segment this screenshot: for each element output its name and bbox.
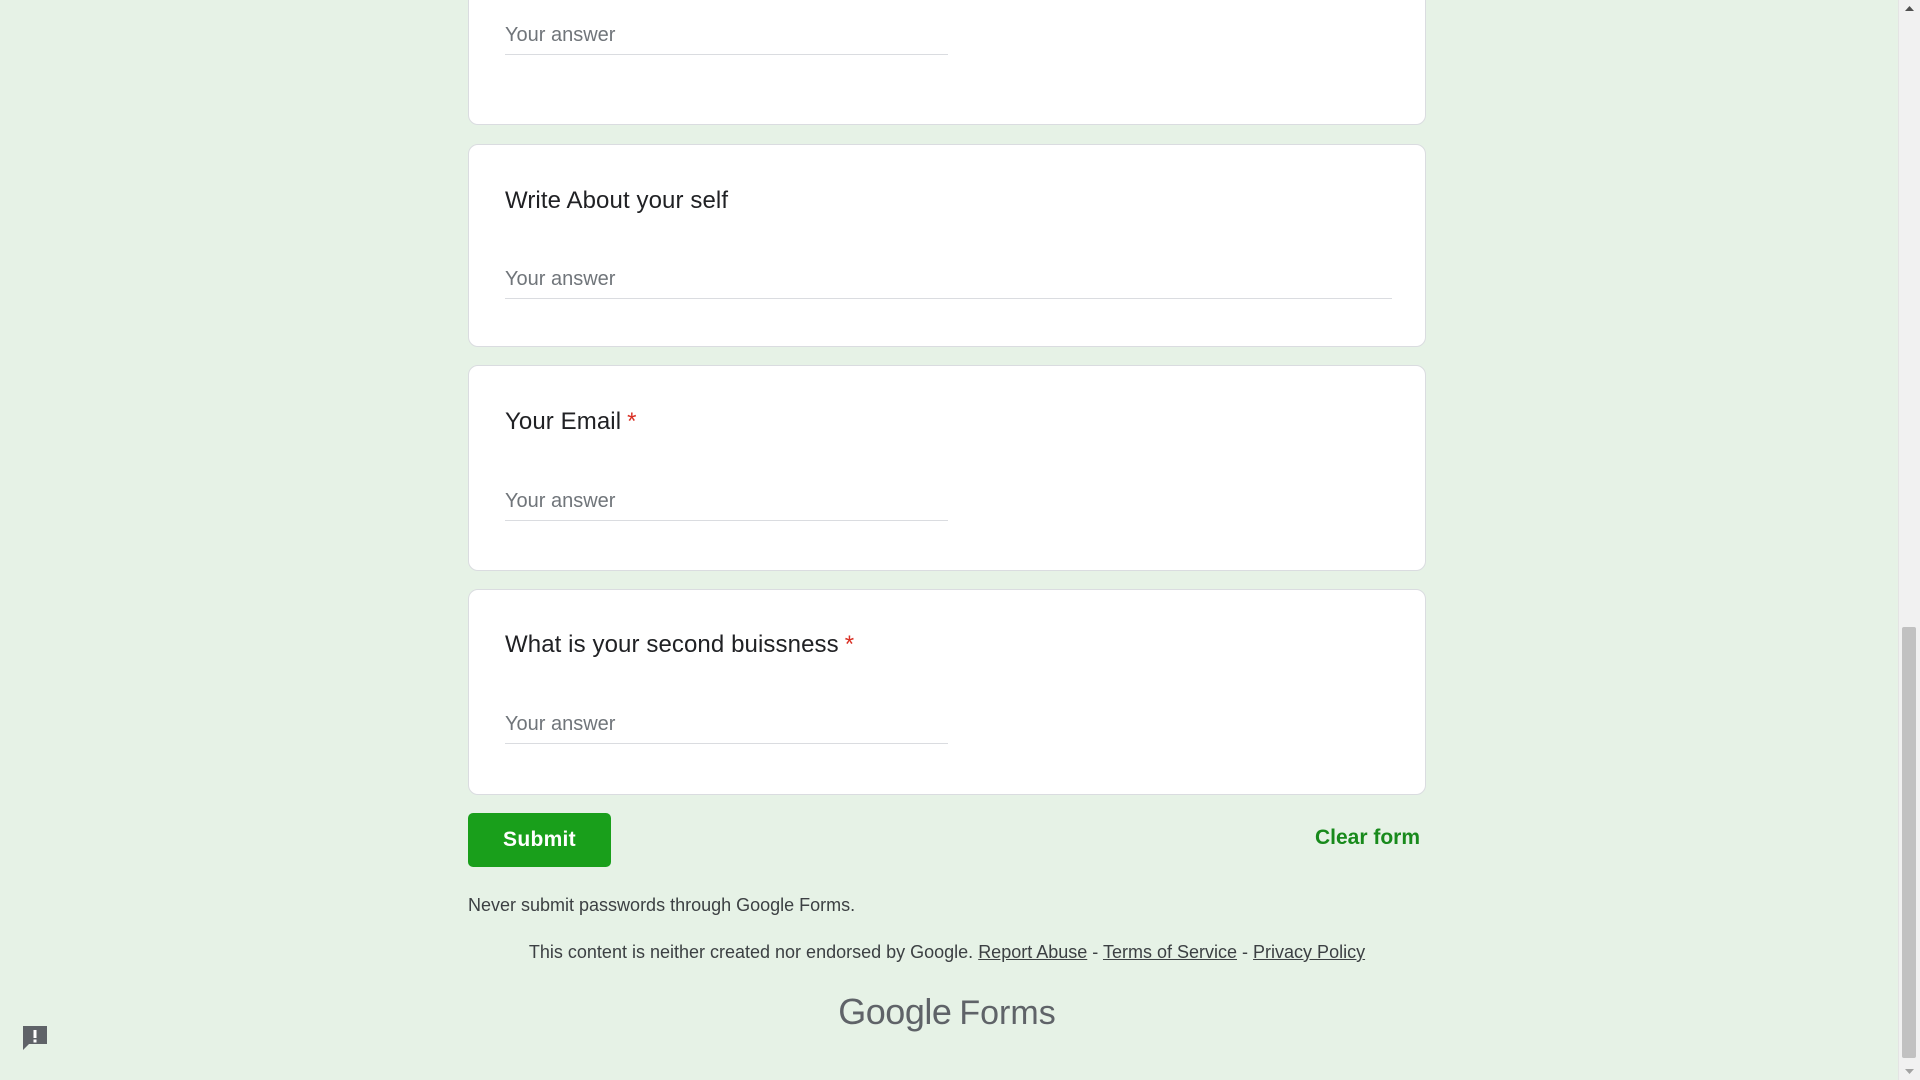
report-abuse-link[interactable]: Report Abuse xyxy=(978,942,1087,962)
question-title: Write About your self xyxy=(505,187,728,215)
email-field[interactable] xyxy=(505,483,948,521)
question-title: Your Email * xyxy=(505,408,637,436)
arrow-down-icon[interactable] xyxy=(1899,1062,1920,1080)
question-card-previous xyxy=(468,0,1426,125)
disclaimer-text: This content is neither created nor endo… xyxy=(528,942,974,962)
arrow-up-icon[interactable] xyxy=(1899,0,1920,18)
answer-input-second-business[interactable] xyxy=(505,706,948,744)
submit-button[interactable]: Submit xyxy=(468,813,611,867)
disclaimer-line: This content is neither created nor endo… xyxy=(468,942,1426,963)
password-warning: Never submit passwords through Google Fo… xyxy=(468,895,856,915)
clear-form-button[interactable]: Clear form xyxy=(1300,826,1420,850)
question-title-text: Your Email xyxy=(505,408,622,435)
brand-google-text: Google xyxy=(838,991,952,1032)
privacy-policy-link[interactable]: Privacy Policy xyxy=(1253,942,1365,962)
form-page: Write About your self Your Email* What i… xyxy=(0,0,1920,1080)
separator: - xyxy=(1242,942,1249,962)
separator: - xyxy=(1092,942,1099,962)
question-card-about: Write About your self xyxy=(468,144,1426,347)
question-card-email: Your Email * xyxy=(468,365,1426,571)
answer-input-previous[interactable] xyxy=(505,17,948,55)
answer-input-about[interactable] xyxy=(505,261,1392,299)
question-title: What is your second buissness * xyxy=(505,631,854,659)
required-asterisk: * xyxy=(627,408,637,435)
question-title-text: What is your second buissness xyxy=(505,631,839,658)
question-title-text: Write About your self xyxy=(505,187,729,214)
report-feedback-icon[interactable] xyxy=(19,1022,51,1054)
vertical-scrollbar[interactable] xyxy=(1898,0,1920,1080)
terms-of-service-link[interactable]: Terms of Service xyxy=(1103,942,1237,962)
required-asterisk: * xyxy=(844,631,855,658)
scrollbar-thumb[interactable] xyxy=(1902,627,1916,1058)
brand-forms-text: Forms xyxy=(959,994,1056,1032)
google-forms-logo[interactable]: Google Forms xyxy=(468,991,1426,1033)
question-card-second-business: What is your second buissness * xyxy=(468,589,1426,795)
